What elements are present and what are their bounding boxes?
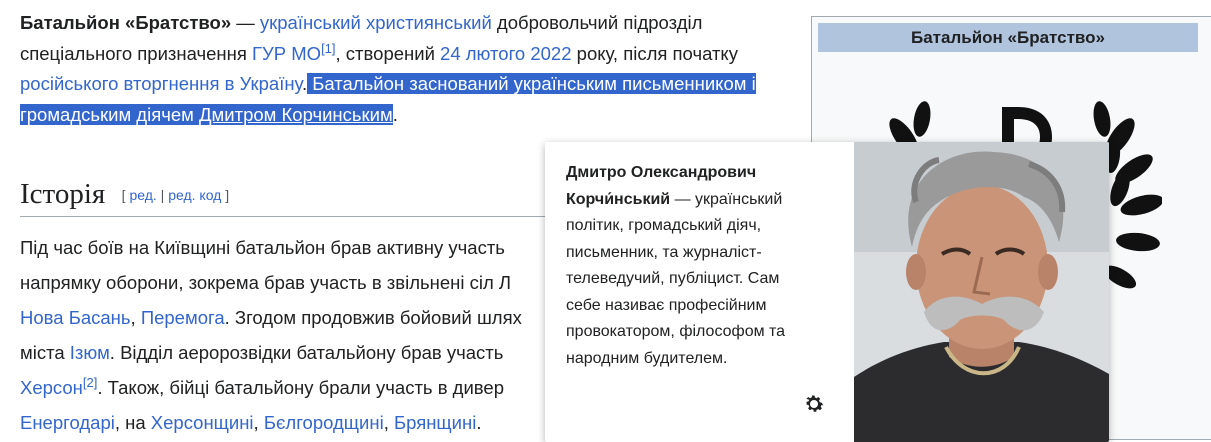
article-subject: Батальйон «Братство»: [20, 12, 232, 33]
separator: |: [156, 187, 169, 203]
separator: ,: [130, 307, 141, 328]
lead-text: .: [392, 103, 398, 125]
lead-paragraph: Батальйон «Братство» — український христ…: [20, 8, 790, 130]
paragraph-line: міста Ізюм. Відділ аеророзвідки батальйо…: [20, 335, 545, 370]
paragraph-line: Енергодарі, на Херсонщині, Бєлгородщині,…: [20, 405, 545, 440]
paragraph-line: напрямку оборони, зокрема брав участь в …: [20, 272, 512, 293]
infobox-title: Батальйон «Братство»: [818, 23, 1198, 52]
preview-description: — український політик, громадський діяч,…: [566, 190, 786, 367]
preview-extract: Дмитро Олександрович Корчи́нський — укра…: [566, 160, 816, 372]
section-title: Історія: [20, 178, 106, 210]
reference-2[interactable]: [2]: [83, 375, 97, 390]
page-preview-popup[interactable]: Дмитро Олександрович Корчи́нський — укра…: [545, 142, 1109, 442]
preview-photo[interactable]: [854, 142, 1109, 442]
paragraph-text: .: [476, 412, 482, 433]
edit-link[interactable]: ред.: [129, 187, 156, 203]
link-nova-basan[interactable]: Нова Басань: [20, 307, 131, 328]
link-invasion[interactable]: російського вторгнення в Україну: [20, 73, 302, 94]
lead-text: —: [231, 12, 260, 33]
separator: ,: [253, 412, 264, 433]
link-enerhodar[interactable]: Енергодарі: [20, 412, 115, 433]
link-peremoha[interactable]: Перемога: [141, 307, 225, 328]
paragraph-text: . Також, бійці батальйону брали участь в…: [97, 377, 505, 398]
lead-text: , створений: [335, 42, 441, 64]
separator: ,: [383, 412, 394, 433]
link-khersonshchyna[interactable]: Херсонщині: [151, 412, 254, 433]
link-gur-mo[interactable]: ГУР МО: [252, 43, 321, 64]
paragraph-text: , на: [114, 412, 151, 433]
link-bryanshchyna[interactable]: Брянщині: [394, 412, 476, 433]
reference-1[interactable]: [1]: [321, 40, 335, 55]
bracket: ]: [221, 187, 230, 203]
edit-section-links: [ ред. | ред. код ]: [122, 187, 229, 203]
paragraph-line: Херсон[2]. Також, бійці батальйону брали…: [20, 370, 545, 405]
lead-text: року, після початку: [571, 42, 738, 64]
link-korchynsky[interactable]: Дмитром Корчинським: [199, 104, 393, 125]
paragraph-line: Нова Басань, Перемога. Згодом продовжив …: [20, 300, 545, 335]
paragraph-line: Під час боїв на Київщині батальйон брав …: [20, 237, 505, 258]
paragraph-text: міста: [20, 342, 70, 363]
paragraph-text: . Відділ аеророзвідки батальйону брав уч…: [109, 342, 504, 363]
link-izium[interactable]: Ізюм: [70, 342, 110, 363]
link-bilhorodshchyna[interactable]: Бєлгородщині: [264, 412, 384, 433]
paragraph-text: . Згодом продовжив бойовий шлях: [224, 307, 522, 328]
edit-source-link[interactable]: ред. код: [168, 187, 221, 203]
history-paragraph: Під час боїв на Київщині батальйон брав …: [20, 230, 545, 440]
link-christian[interactable]: український християнський: [260, 12, 492, 33]
link-kherson[interactable]: Херсон: [20, 377, 83, 398]
gear-icon[interactable]: [802, 392, 826, 416]
link-date[interactable]: 24 лютого 2022: [440, 43, 571, 64]
